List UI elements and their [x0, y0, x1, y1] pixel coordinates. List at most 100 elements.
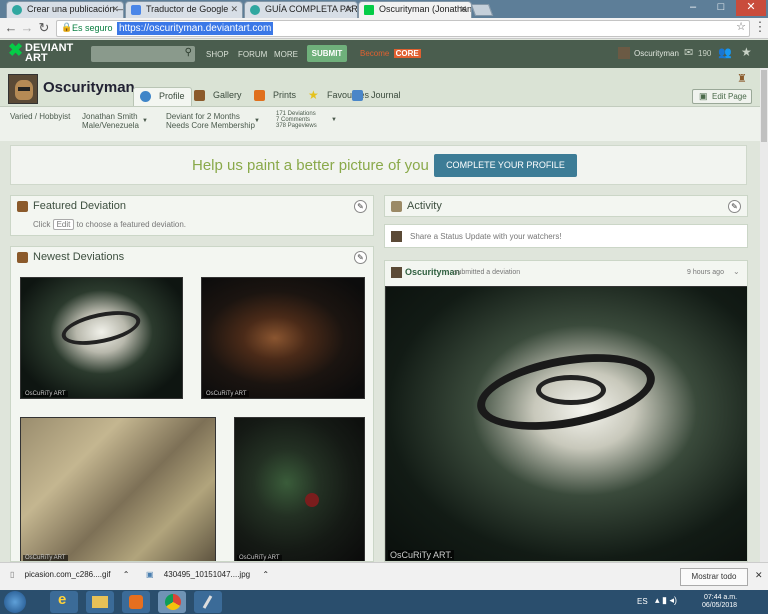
stats-dropdown[interactable]: 171 Deviations 7 Comments 378 Pageviews … — [276, 111, 337, 129]
close-tab-icon[interactable]: ✕ — [111, 4, 119, 15]
browser-tab[interactable]: GUÍA COMPLETA PARA R ✕ — [244, 1, 358, 18]
mail-icon[interactable]: ✉ — [684, 46, 693, 59]
browser-tab[interactable]: Crear una publicación — ✕ — [6, 1, 124, 18]
app-icon[interactable] — [194, 591, 222, 613]
info-icon — [140, 91, 151, 102]
deviation-thumbnail[interactable]: OsCuRiTy ART — [20, 417, 216, 561]
submit-button[interactable]: SUBMIT — [307, 45, 347, 62]
featured-icon — [17, 201, 28, 212]
close-downloads-icon[interactable]: ✕ — [755, 570, 763, 581]
maximize-button[interactable]: □ — [708, 0, 734, 16]
header-username[interactable]: Oscurityman — [634, 49, 679, 58]
tab-journal[interactable]: Journal — [346, 87, 407, 106]
forward-icon[interactable]: → — [20, 20, 34, 35]
deviation-thumbnail[interactable]: OsCuRiTy ART — [201, 277, 365, 399]
nav-shop[interactable]: SHOP — [206, 50, 229, 59]
close-tab-icon[interactable]: ✕ — [345, 4, 353, 15]
address-bar[interactable]: 🔒 Es seguro https://oscurityman.devianta… — [56, 20, 750, 37]
nav-forum[interactable]: FORUM — [238, 50, 267, 59]
user-avatar-small[interactable] — [391, 267, 402, 278]
menu-icon[interactable]: ⋮ — [753, 19, 767, 35]
scrollbar[interactable] — [760, 68, 768, 562]
profile-info-bar: Varied / Hobbyist Jonathan Smith Male/Ve… — [0, 106, 760, 141]
image-file-icon: ▣ — [146, 570, 154, 579]
membership-dropdown[interactable]: Deviant for 2 Months Needs Core Membersh… — [166, 112, 260, 130]
avatar[interactable] — [8, 74, 38, 104]
edit-page-button[interactable]: ▣ Edit Page — [692, 89, 752, 104]
start-button-icon[interactable] — [4, 591, 26, 613]
edit-pencil-icon[interactable]: ✎ — [728, 200, 741, 213]
user-avatar-small — [391, 231, 402, 242]
windows-taskbar: e ES ▴ ▮ ◂) 07:44 a.m. 06/05/2018 — [0, 590, 768, 614]
status-placeholder: Share a Status Update with your watchers… — [410, 232, 562, 241]
downloads-bar: ▯ picasion.com_c286....gif ⌃ ▣ 430495_10… — [0, 562, 768, 590]
chrome-icon[interactable] — [158, 591, 186, 613]
complete-profile-button[interactable]: COMPLETE YOUR PROFILE — [434, 154, 577, 177]
file-icon: ▯ — [10, 570, 15, 579]
tab-profile[interactable]: Profile — [133, 87, 192, 106]
gallery-icon — [194, 90, 205, 101]
download-item[interactable]: ▯ picasion.com_c286....gif ⌃ — [10, 570, 129, 579]
search-icon[interactable]: ⚲ — [185, 47, 192, 58]
new-tab-button[interactable] — [470, 4, 494, 16]
deviation-thumbnail[interactable]: OsCuRiTy ART — [20, 277, 183, 399]
chevron-up-icon[interactable]: ⌃ — [262, 570, 269, 579]
clock[interactable]: 07:44 a.m. 06/05/2018 — [702, 594, 737, 610]
media-player-icon[interactable] — [122, 591, 150, 613]
browser-tab[interactable]: Traductor de Google ✕ — [125, 1, 243, 18]
show-all-downloads-button[interactable]: Mostrar todo — [680, 568, 748, 586]
explorer-folder-icon[interactable] — [86, 591, 114, 613]
language-indicator[interactable]: ES — [637, 597, 648, 606]
user-avatar-small[interactable] — [618, 47, 630, 59]
banner-text: Help us paint a better picture of you — [192, 157, 429, 174]
scrollbar-thumb[interactable] — [761, 70, 767, 142]
deviantart-logo-icon: ✖ — [8, 40, 24, 60]
close-tab-icon[interactable]: ✕ — [459, 4, 467, 15]
reload-icon[interactable]: ↻ — [37, 20, 51, 36]
edit-pencil-icon[interactable]: ✎ — [354, 200, 367, 213]
browser-tab-active[interactable]: Oscurityman (Jonathan S ✕ — [358, 1, 472, 18]
bookmark-star-icon[interactable]: ☆ — [736, 20, 746, 33]
tab-prints[interactable]: Prints — [248, 87, 302, 106]
status-update-input[interactable]: Share a Status Update with your watchers… — [384, 224, 748, 248]
featured-hint: Click Edit to choose a featured deviatio… — [33, 219, 187, 230]
activity-panel-header: Activity ✎ — [384, 195, 748, 217]
deviation-thumbnail[interactable]: OsCuRiTy ART — [234, 417, 365, 561]
tray-icons[interactable]: ▴ ▮ ◂) — [655, 595, 677, 606]
featured-edit-button[interactable]: Edit — [52, 219, 75, 230]
star-icon: ★ — [308, 88, 319, 102]
address-toolbar: ← → ↻ 🔒 Es seguro https://oscurityman.de… — [0, 18, 768, 39]
profile-header: Oscurityman ♜ Profile Gallery Prints ★ F… — [0, 68, 760, 141]
activity-icon — [391, 201, 402, 212]
realname-dropdown[interactable]: Jonathan Smith Male/Venezuela ▼ — [82, 112, 148, 130]
minimize-button[interactable]: – — [680, 0, 706, 16]
chevron-down-icon: ▼ — [254, 118, 260, 124]
featured-title: Featured Deviation — [33, 200, 126, 212]
watchers-icon[interactable]: 👥 — [718, 46, 732, 59]
activity-feed-item: Oscurityman submitted a deviation 9 hour… — [384, 260, 748, 562]
tab-gallery[interactable]: Gallery — [188, 87, 248, 106]
ie-icon[interactable]: e — [50, 591, 78, 613]
chevron-down-icon[interactable]: ⌄ — [733, 267, 740, 276]
url-text[interactable]: https://oscurityman.deviantart.com — [117, 22, 274, 35]
deviation-image[interactable]: OsCuRiTy ART. — [385, 286, 747, 561]
back-icon[interactable]: ← — [4, 20, 18, 35]
newest-deviations-panel: Newest Deviations ✎ OsCuRiTy ART OsCuRiT… — [10, 246, 374, 562]
edit-pencil-icon[interactable]: ✎ — [354, 251, 367, 264]
deviantart-logo[interactable]: ✖ DEVIANT ART — [8, 40, 73, 64]
download-item[interactable]: ▣ 430495_10151047....jpg ⌃ — [146, 570, 269, 579]
close-tab-icon[interactable]: ✕ — [230, 4, 238, 15]
become-core-link[interactable]: Become CORE — [358, 49, 421, 58]
profile-username[interactable]: Oscurityman — [43, 79, 135, 96]
favourite-star-icon[interactable]: ★ — [741, 45, 752, 59]
browser-tab-strip: Crear una publicación — ✕ Traductor de G… — [0, 0, 768, 18]
close-window-button[interactable]: ✕ — [736, 0, 766, 16]
site-icon — [250, 5, 260, 15]
deviantart-icon — [364, 5, 374, 15]
chevron-up-icon[interactable]: ⌃ — [123, 570, 130, 579]
nav-more[interactable]: MORE — [274, 50, 298, 59]
post-username[interactable]: Oscurityman — [405, 267, 460, 277]
search-input[interactable]: ⚲ — [91, 46, 195, 62]
lock-icon: 🔒 — [61, 22, 73, 32]
newest-title: Newest Deviations — [33, 251, 125, 263]
